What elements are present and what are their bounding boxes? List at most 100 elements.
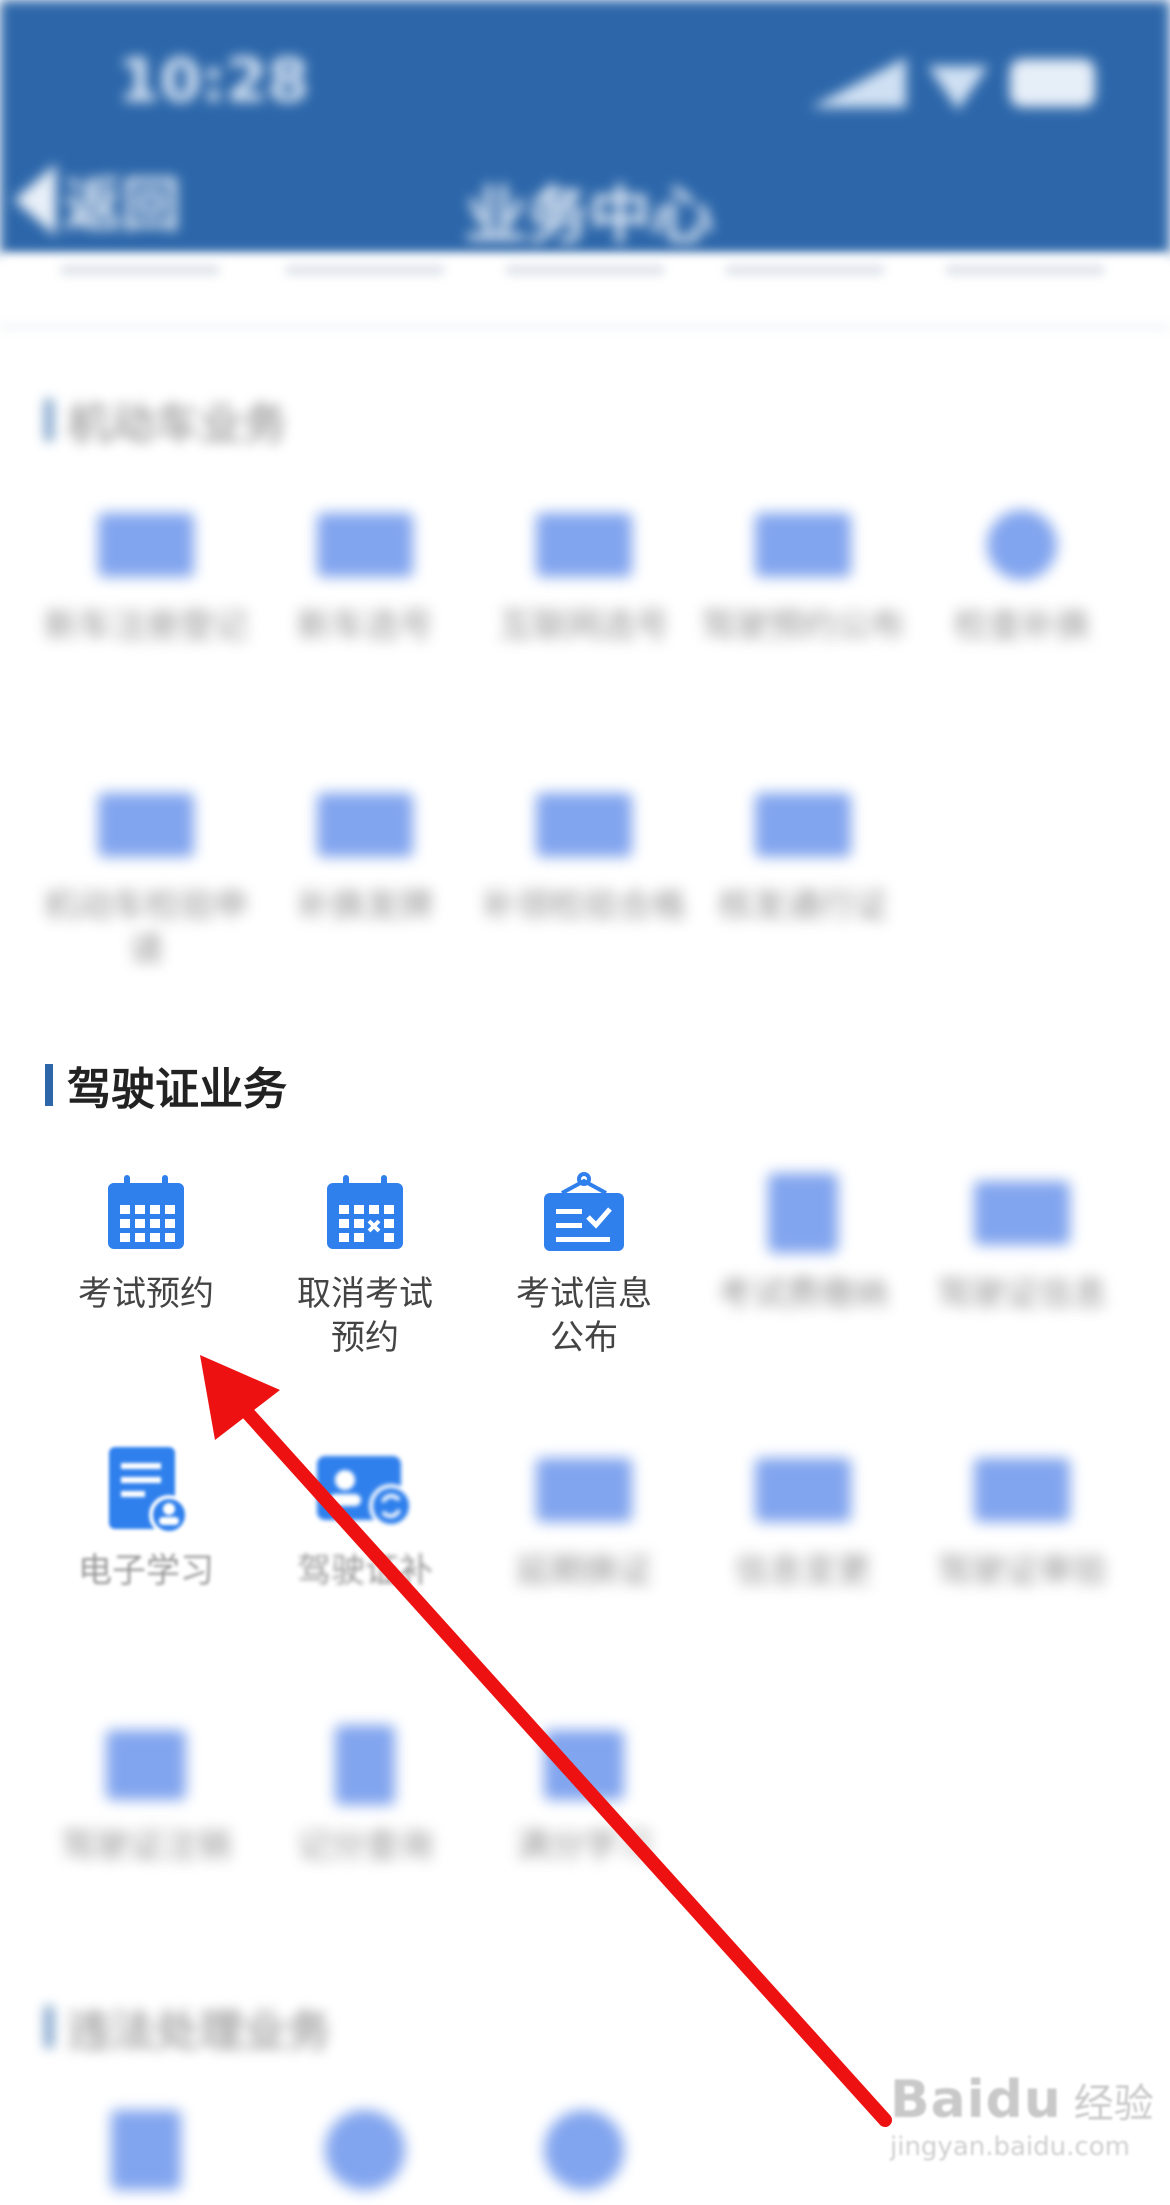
tab-5[interactable] — [945, 265, 1105, 275]
item-label: 补换发牌 — [297, 886, 433, 926]
vehicle-item-6[interactable]: 机动车检验申请 — [41, 780, 251, 972]
item-label: 记分查询 — [297, 1826, 433, 1866]
id-card-icon — [974, 1458, 1070, 1522]
car-icon — [98, 793, 194, 857]
card-icon — [98, 513, 194, 577]
section-bar — [45, 2006, 53, 2048]
chevron-left-icon — [14, 164, 56, 236]
driver-item-10[interactable]: 驾驶证审验 — [917, 1445, 1127, 1593]
exam-appointment-button[interactable]: 考试预约 — [41, 1168, 251, 1316]
watermark-cn: 经验 — [1073, 2081, 1154, 2127]
item-label: 考试费缴纳 — [718, 1274, 888, 1314]
signal-icon — [811, 57, 906, 108]
id-card-icon — [974, 1181, 1070, 1245]
status-icons — [811, 55, 1095, 110]
section-title-text: 驾驶证业务 — [67, 1064, 287, 1115]
item-label: 驾驶预约公布 — [701, 606, 905, 646]
violation-item-1[interactable] — [41, 2105, 251, 2195]
card-renew-icon — [317, 1456, 413, 1528]
watermark-url: jingyan.baidu.com — [890, 2132, 1130, 2162]
driver-item-9[interactable]: 信息变更 — [698, 1445, 908, 1593]
e-learning-button[interactable]: 电子学习 — [41, 1445, 251, 1593]
notice-board-icon — [544, 1172, 624, 1251]
card-icon — [317, 513, 413, 577]
item-label: 电子学习 — [78, 1551, 214, 1591]
document-user-icon — [109, 1447, 189, 1535]
driver-item-8[interactable]: 延期换证 — [479, 1445, 689, 1593]
section-title-violation: 违法处理业务 — [45, 1995, 331, 2059]
calendar-icon — [108, 1175, 184, 1249]
tab-4[interactable] — [725, 265, 885, 275]
section-title-driver: 驾驶证业务 — [45, 1053, 287, 1117]
document-icon — [335, 1725, 395, 1805]
app-header: 10:28 返回 业务中心 — [0, 0, 1170, 255]
id-card-icon — [755, 1458, 851, 1522]
tab-bar — [0, 255, 1170, 329]
document-icon — [111, 2110, 181, 2190]
camera-icon — [106, 1730, 186, 1800]
item-label: 新车注册登记 — [44, 606, 248, 646]
item-label: 满分学习 — [516, 1826, 652, 1866]
violation-item-3[interactable] — [479, 2105, 689, 2195]
section-title-text: 违法处理业务 — [67, 2006, 331, 2057]
flag-icon — [755, 793, 851, 857]
driver-item-12[interactable]: 记分查询 — [260, 1720, 470, 1868]
card-icon — [317, 793, 413, 857]
id-card-icon — [768, 1173, 838, 1253]
item-label: 驾驶证补 — [297, 1551, 433, 1591]
vehicle-item-7[interactable]: 补换发牌 — [260, 780, 470, 928]
item-label: 机动车检验申请 — [44, 886, 248, 970]
vehicle-item-2[interactable]: 新车选号 — [260, 500, 470, 648]
cancel-exam-appointment-button[interactable]: 取消考试预约 — [260, 1168, 470, 1360]
back-label: 返回 — [64, 171, 181, 239]
back-button[interactable]: 返回 — [14, 158, 180, 242]
vehicle-item-9[interactable]: 核发通行证 — [698, 780, 908, 928]
item-label: 信息变更 — [735, 1551, 871, 1591]
status-time: 10:28 — [118, 46, 309, 116]
card-icon — [536, 513, 632, 577]
vehicle-item-3[interactable]: 互联网选号 — [479, 500, 689, 648]
item-label: 互联网选号 — [499, 606, 669, 646]
section-title-vehicle: 机动车业务 — [45, 388, 287, 452]
shield-icon — [987, 510, 1057, 580]
vehicle-item-1[interactable]: 新车注册登记 — [41, 500, 251, 648]
item-label: 驾驶证信息 — [937, 1274, 1107, 1314]
item-label: 检查补换 — [954, 606, 1090, 646]
driver-item-5[interactable]: 驾驶证信息 — [917, 1168, 1127, 1316]
vehicle-item-8[interactable]: 补领检验合格 — [479, 780, 689, 928]
exam-info-publish-button[interactable]: 考试信息公布 — [479, 1168, 689, 1360]
watermark-logo: Baidu — [890, 2070, 1062, 2130]
search-icon — [544, 2110, 624, 2190]
violation-item-2[interactable] — [260, 2105, 470, 2195]
search-icon — [325, 2110, 405, 2190]
item-label: 核发通行证 — [718, 886, 888, 926]
calendar-cancel-icon — [327, 1175, 403, 1249]
driver-item-13[interactable]: 满分学习 — [479, 1720, 689, 1868]
license-renew-button[interactable]: 驾驶证补 — [260, 1445, 470, 1593]
item-label: 考试预约 — [78, 1274, 214, 1314]
section-bar — [45, 1064, 53, 1106]
item-label: 取消考试预约 — [297, 1274, 433, 1358]
wifi-icon — [928, 66, 988, 110]
vehicle-item-4[interactable]: 驾驶预约公布 — [698, 500, 908, 648]
item-label: 延期换证 — [516, 1551, 652, 1591]
tab-3[interactable] — [505, 265, 665, 275]
tab-1[interactable] — [60, 265, 220, 275]
item-label: 驾驶证注销 — [61, 1826, 231, 1866]
vehicle-item-5[interactable]: 检查补换 — [917, 500, 1127, 648]
page-title: 业务中心 — [465, 179, 714, 252]
board-icon — [755, 513, 851, 577]
item-label: 补领检验合格 — [482, 886, 686, 926]
item-label: 新车选号 — [297, 606, 433, 646]
item-label: 考试信息公布 — [516, 1274, 652, 1358]
driver-item-11[interactable]: 驾驶证注销 — [41, 1720, 251, 1868]
driver-item-4[interactable]: 考试费缴纳 — [698, 1168, 908, 1316]
section-bar — [45, 399, 53, 441]
tab-2[interactable] — [285, 265, 445, 275]
id-card-icon — [536, 1458, 632, 1522]
camera-icon — [544, 1730, 624, 1800]
card-icon — [536, 793, 632, 857]
watermark: Baidu 经验 jingyan.baidu.com — [890, 2070, 1154, 2162]
item-label: 驾驶证审验 — [937, 1551, 1107, 1591]
section-title-text: 机动车业务 — [67, 399, 287, 450]
